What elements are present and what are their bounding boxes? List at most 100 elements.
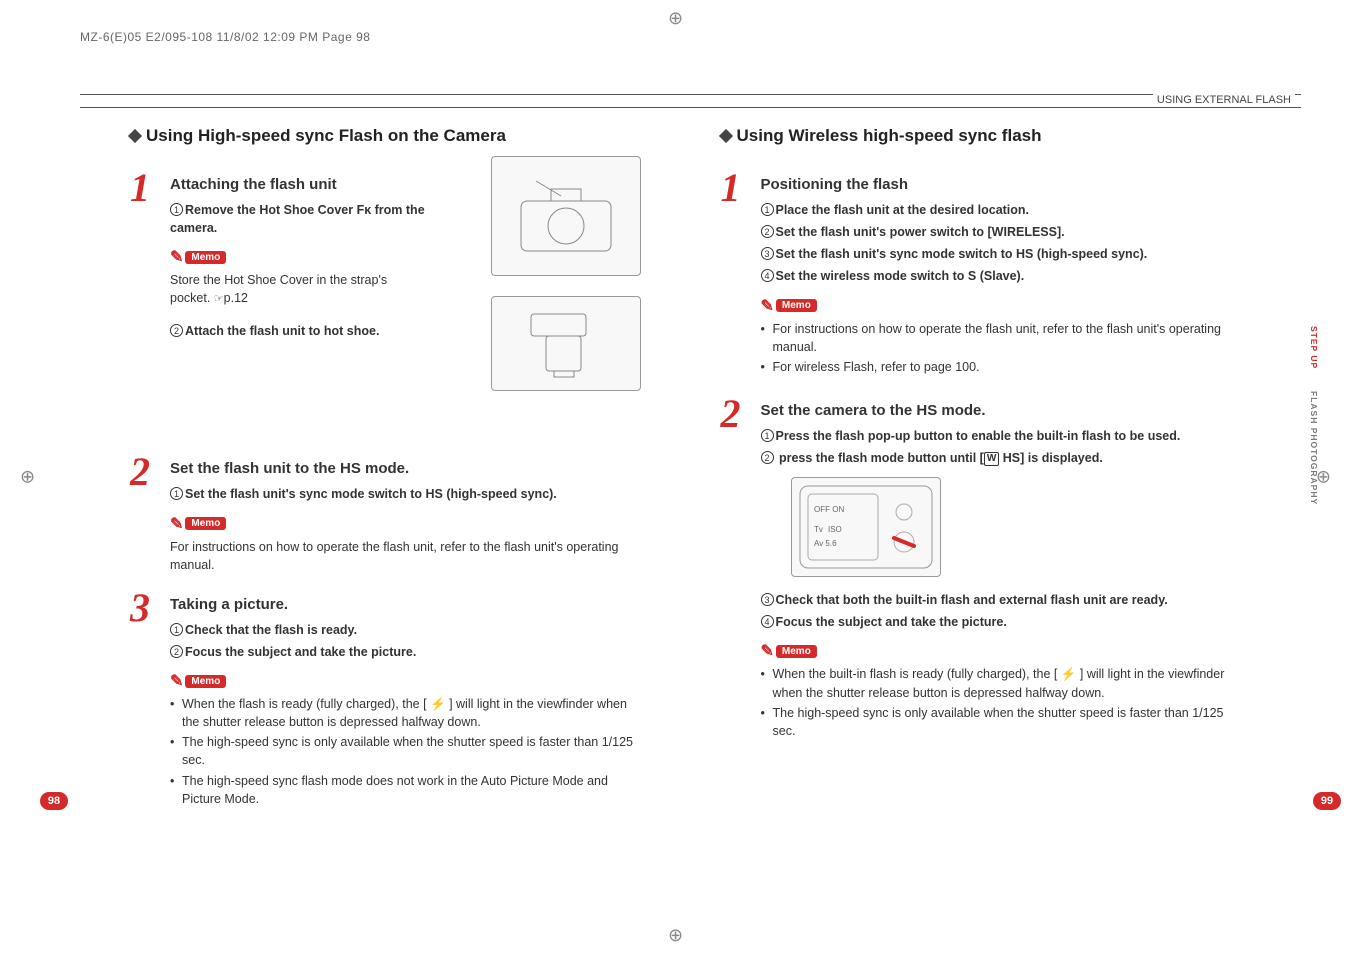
memo-note: Store the Hot Shoe Cover in the strap's … [170, 271, 430, 308]
left-step-3: 3 Taking a picture. 1Check that the flas… [130, 590, 641, 810]
camera-illustration [491, 156, 641, 276]
circled-number-icon: 4 [761, 269, 774, 282]
substep-hs: 2 press the flash mode button until [W H… [761, 449, 1232, 467]
circled-number-icon: 2 [170, 645, 183, 658]
circled-number-icon: 1 [170, 623, 183, 636]
right-page: Using Wireless high-speed sync flash 1 P… [721, 126, 1302, 820]
left-title-text: Using High-speed sync Flash on the Camer… [146, 126, 506, 146]
memo-label: Memo [185, 251, 226, 264]
bullet-item: For instructions on how to operate the f… [761, 320, 1232, 356]
right-step-2: 2 Set the camera to the HS mode. 1Press … [721, 396, 1232, 742]
substep-prefix: press the flash mode button until [ [776, 451, 984, 465]
left-page: Using High-speed sync Flash on the Camer… [80, 126, 641, 820]
substep: 1Remove the Hot Shoe Cover Fκ from the c… [170, 201, 430, 237]
bullet-item: The high-speed sync is only available wh… [170, 733, 641, 769]
bullet-item: When the flash is ready (fully charged),… [170, 695, 641, 731]
memo-note-text: Store the Hot Shoe Cover in the strap's … [170, 273, 387, 305]
diamond-icon [128, 129, 142, 143]
circled-number-icon: 1 [170, 203, 183, 216]
memo-label: Memo [776, 645, 817, 658]
memo-swoosh-icon: ✎ [761, 296, 774, 316]
memo-label: Memo [776, 299, 817, 312]
substep: 2Attach the flash unit to hot shoe. [170, 322, 430, 340]
circled-number-icon: 1 [761, 203, 774, 216]
two-page-spread: Using High-speed sync Flash on the Camer… [80, 126, 1301, 820]
step-title: Set the flash unit to the HS mode. [170, 460, 641, 477]
memo-badge: ✎ Memo [170, 514, 226, 534]
memo-swoosh-icon: ✎ [170, 671, 183, 691]
svg-text:OFF ON: OFF ON [814, 505, 844, 514]
circled-number-icon: 2 [761, 225, 774, 238]
lcd-panel-icon: OFF ON Tv ISO Av 5.6 [796, 482, 936, 572]
substep: 1Set the flash unit's sync mode switch t… [170, 485, 641, 503]
print-slug: MZ-6(E)05 E2/095-108 11/8/02 12:09 PM Pa… [80, 30, 1301, 44]
right-section-title: Using Wireless high-speed sync flash [721, 126, 1232, 146]
substep: 2Focus the subject and take the picture. [170, 643, 641, 661]
substep: 4Focus the subject and take the picture. [761, 613, 1232, 631]
step-title: Set the camera to the HS mode. [761, 402, 1232, 419]
right-title-text: Using Wireless high-speed sync flash [737, 126, 1042, 146]
page-ref-icon: ☞ [214, 293, 224, 305]
memo-swoosh-icon: ✎ [170, 247, 183, 267]
memo-badge: ✎ Memo [170, 671, 226, 691]
memo-bullets: When the flash is ready (fully charged),… [170, 695, 641, 808]
memo-badge: ✎ Memo [170, 247, 226, 267]
substep: 1Check that the flash is ready. [170, 621, 641, 639]
page-number-left: 98 [40, 792, 68, 810]
crop-mark-top: ⊕ [668, 8, 683, 29]
section-header-bar: USING EXTERNAL FLASH [80, 94, 1301, 108]
step-number: 2 [721, 396, 749, 742]
memo-note: For instructions on how to operate the f… [170, 538, 641, 574]
diamond-icon [718, 129, 732, 143]
substep: 2Set the flash unit's power switch to [W… [761, 223, 1232, 241]
substep: 1Press the flash pop-up button to enable… [761, 427, 1232, 445]
substep-text: Check that the flash is ready. [185, 623, 357, 637]
memo-label: Memo [185, 517, 226, 530]
crop-mark-bottom: ⊕ [668, 925, 683, 946]
substep-text: Set the flash unit's sync mode switch to… [185, 487, 557, 501]
substep-text: Set the flash unit's sync mode switch to… [776, 247, 1148, 261]
bullet-item: The high-speed sync flash mode does not … [170, 772, 641, 808]
step-title: Positioning the flash [761, 176, 1232, 193]
substep-text: Check that both the built-in flash and e… [776, 593, 1168, 607]
memo-bullets: For instructions on how to operate the f… [761, 320, 1232, 376]
hs-label: HS [1003, 451, 1020, 465]
circled-number-icon: 3 [761, 593, 774, 606]
substep-text: Focus the subject and take the picture. [776, 615, 1007, 629]
page-ref: p.12 [224, 291, 248, 305]
bullet-item: For wireless Flash, refer to page 100. [761, 358, 1232, 376]
step-number: 1 [130, 170, 158, 344]
side-tabs: STEP UP FLASH PHOTOGRAPHY [1307, 320, 1321, 511]
step-title: Taking a picture. [170, 596, 641, 613]
step-number: 2 [130, 454, 158, 573]
side-tab-flash-photography: FLASH PHOTOGRAPHY [1307, 385, 1321, 511]
bullet-item: The high-speed sync is only available wh… [761, 704, 1232, 740]
circled-number-icon: 3 [761, 247, 774, 260]
substep-text: Press the flash pop-up button to enable … [776, 429, 1181, 443]
flash-illustration [491, 296, 641, 391]
memo-bullets: When the built-in flash is ready (fully … [761, 665, 1232, 740]
substep-suffix: ] is displayed. [1020, 451, 1103, 465]
document-page: ⊕ ⊕ ⊕ ⊕ MZ-6(E)05 E2/095-108 11/8/02 12:… [0, 0, 1351, 954]
svg-text:Av 5.6: Av 5.6 [814, 539, 837, 548]
left-section-title: Using High-speed sync Flash on the Camer… [130, 126, 641, 146]
circled-number-icon: 4 [761, 615, 774, 628]
circled-number-icon: 2 [761, 451, 774, 464]
substep: 1Place the flash unit at the desired loc… [761, 201, 1232, 219]
memo-badge: ✎ Memo [761, 641, 817, 661]
memo-swoosh-icon: ✎ [170, 514, 183, 534]
memo-badge: ✎ Memo [761, 296, 817, 316]
step-title: Attaching the flash unit [170, 176, 430, 193]
lcd-illustration: OFF ON Tv ISO Av 5.6 [791, 477, 941, 577]
right-step-1: 1 Positioning the flash 1Place the flash… [721, 170, 1232, 378]
left-step-2: 2 Set the flash unit to the HS mode. 1Se… [130, 454, 641, 573]
substep: 3Set the flash unit's sync mode switch t… [761, 245, 1232, 263]
substep: 3Check that both the built-in flash and … [761, 591, 1232, 609]
hs-w-icon: W [984, 452, 999, 466]
substep-text: Focus the subject and take the picture. [185, 645, 416, 659]
substep-text: Set the wireless mode switch to S (Slave… [776, 269, 1025, 283]
circled-number-icon: 1 [170, 487, 183, 500]
svg-text:ISO: ISO [828, 525, 842, 534]
svg-text:Tv: Tv [814, 525, 823, 534]
substep-text: Set the flash unit's power switch to [WI… [776, 225, 1065, 239]
